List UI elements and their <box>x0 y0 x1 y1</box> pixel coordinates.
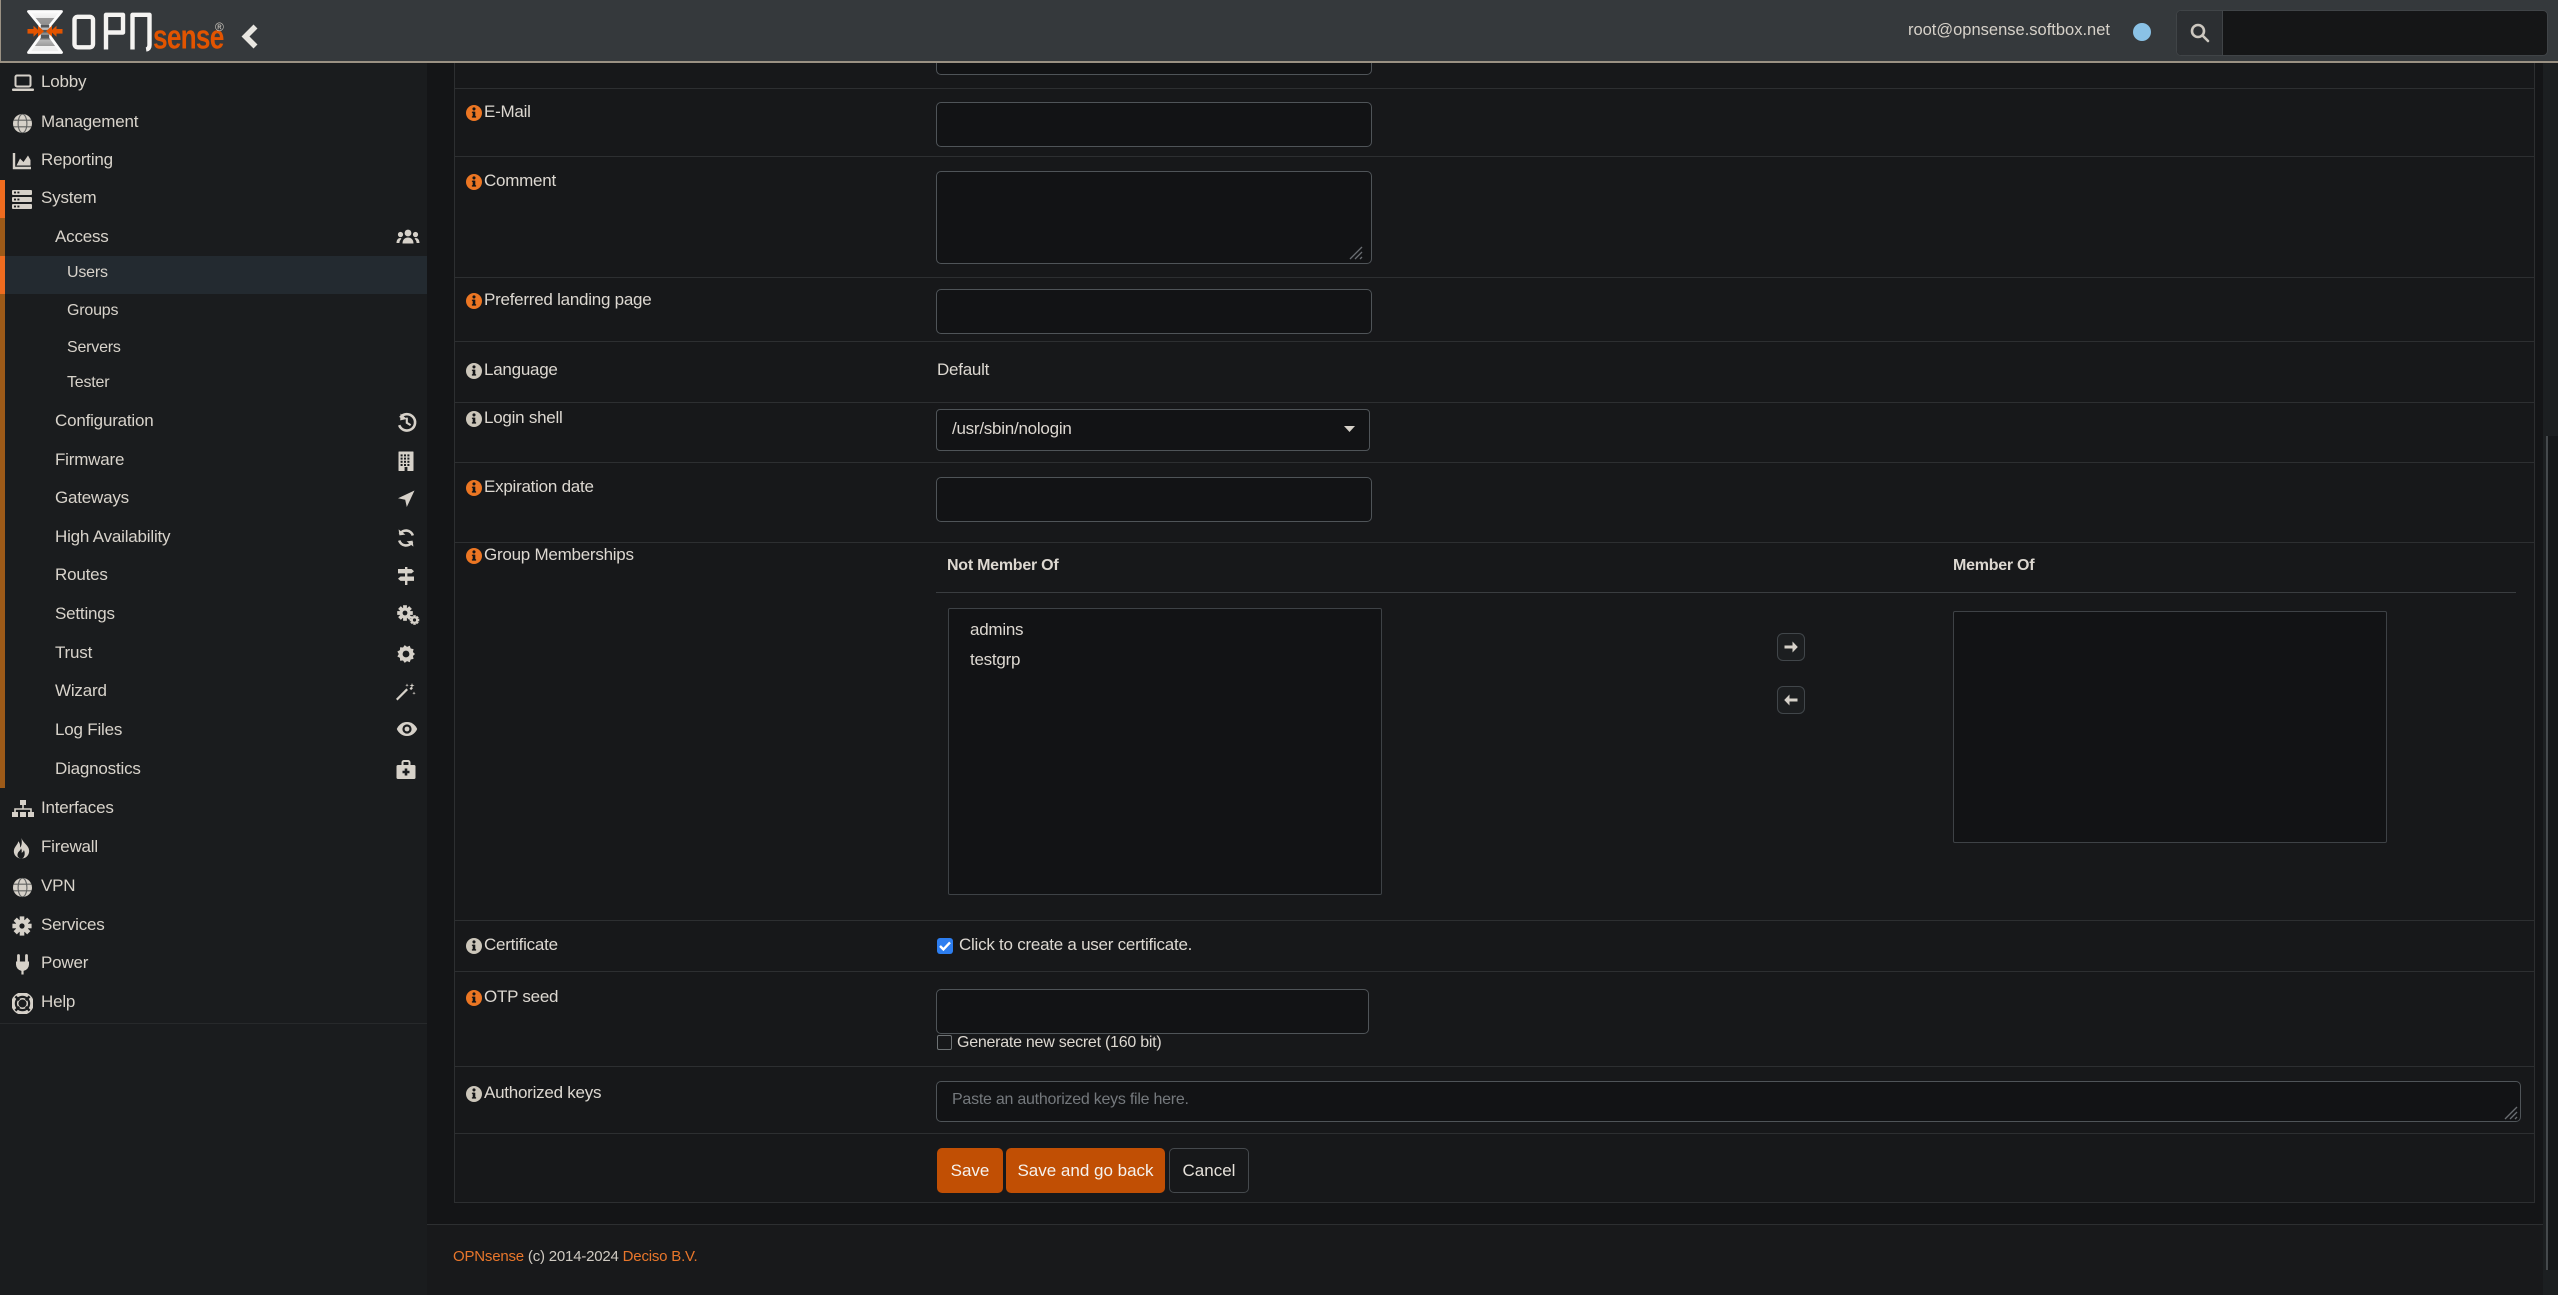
svg-text:®: ® <box>215 20 224 34</box>
svg-text:sense: sense <box>153 18 224 56</box>
